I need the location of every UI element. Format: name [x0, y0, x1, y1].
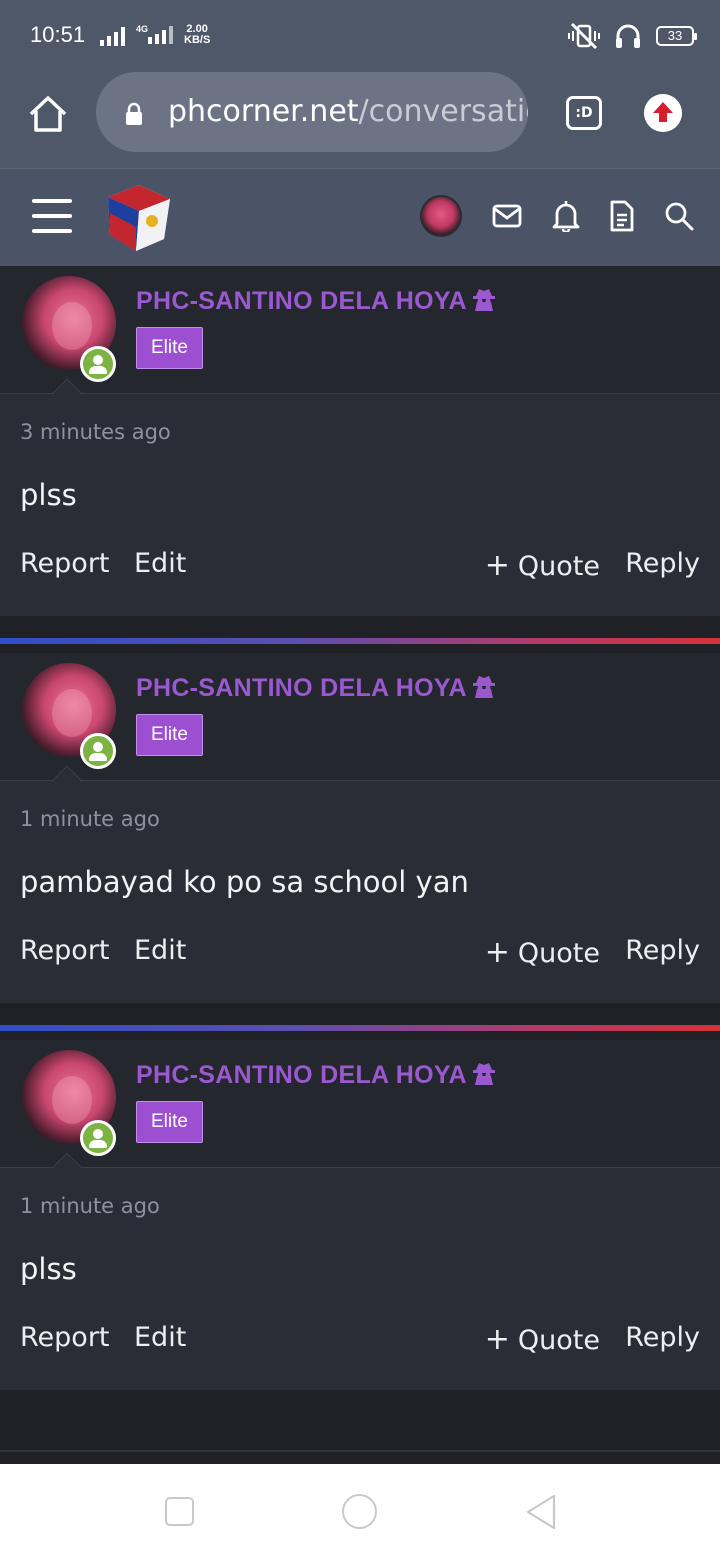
online-status-icon	[80, 346, 116, 382]
logo[interactable]	[106, 183, 172, 253]
post-actions: Report Edit + Quote Reply	[20, 1322, 700, 1362]
upload-icon[interactable]	[644, 94, 682, 132]
post-divider	[0, 1025, 720, 1031]
plus-icon: +	[484, 935, 510, 970]
username[interactable]: PHC-SANTINO DELA HOYA	[136, 673, 497, 703]
browser-toolbar: phcorner.net/conversations :D	[0, 72, 720, 168]
post-actions: Report Edit + Quote Reply	[20, 548, 700, 588]
network-speed: 2.00 KB/S	[184, 23, 211, 46]
edit-link[interactable]: Edit	[134, 548, 186, 579]
message-text: plss	[20, 1252, 77, 1286]
signal-icon	[100, 27, 125, 46]
user-badge: Elite	[136, 327, 203, 369]
quote-link[interactable]: + Quote	[485, 935, 600, 970]
address-bar[interactable]: phcorner.net/conversations	[96, 72, 528, 152]
page-bottom-area	[0, 1450, 720, 1452]
home-icon[interactable]	[26, 92, 70, 136]
vibrate-mute-icon	[568, 22, 600, 50]
reply-link[interactable]: Reply	[625, 548, 700, 579]
quote-link[interactable]: + Quote	[485, 548, 600, 583]
back-icon[interactable]	[524, 1493, 558, 1531]
spy-icon	[472, 1063, 495, 1085]
report-link[interactable]: Report	[20, 935, 110, 966]
system-navigation-bar	[0, 1464, 720, 1560]
signal-icon-2	[148, 26, 173, 44]
menu-icon[interactable]	[32, 199, 72, 233]
post-header: PHC-SANTINO DELA HOYA Elite	[0, 653, 720, 797]
report-link[interactable]: Report	[20, 548, 110, 579]
message-post: PHC-SANTINO DELA HOYA Elite 1 minute ago…	[0, 1040, 720, 1390]
bell-icon[interactable]	[552, 200, 580, 232]
post-time[interactable]: 1 minute ago	[20, 1194, 160, 1218]
post-time[interactable]: 3 minutes ago	[20, 420, 171, 444]
status-time: 10:51	[30, 22, 86, 47]
network-type: 4G	[136, 24, 173, 44]
tabs-icon[interactable]: :D	[566, 96, 602, 130]
post-header: PHC-SANTINO DELA HOYA Elite	[0, 1040, 720, 1184]
message-post: PHC-SANTINO DELA HOYA Elite 1 minute ago…	[0, 653, 720, 1003]
headphones-icon	[616, 24, 640, 48]
post-header: PHC-SANTINO DELA HOYA Elite	[0, 266, 720, 410]
message-text: pambayad ko po sa school yan	[20, 865, 469, 899]
user-avatar[interactable]	[420, 195, 462, 237]
edit-link[interactable]: Edit	[134, 935, 186, 966]
online-status-icon	[80, 1120, 116, 1156]
username[interactable]: PHC-SANTINO DELA HOYA	[136, 286, 497, 316]
username[interactable]: PHC-SANTINO DELA HOYA	[136, 1060, 497, 1090]
online-status-icon	[80, 733, 116, 769]
user-badge: Elite	[136, 1101, 203, 1143]
plus-icon: +	[484, 548, 510, 583]
post-time[interactable]: 1 minute ago	[20, 807, 160, 831]
mail-icon[interactable]	[492, 204, 522, 228]
search-icon[interactable]	[664, 201, 694, 231]
edit-link[interactable]: Edit	[134, 1322, 186, 1353]
message-text: plss	[20, 478, 77, 512]
report-link[interactable]: Report	[20, 1322, 110, 1353]
spy-icon	[472, 676, 495, 698]
spy-icon	[472, 289, 495, 311]
site-header	[0, 168, 720, 266]
post-divider	[0, 638, 720, 644]
plus-icon: +	[484, 1322, 510, 1357]
battery-indicator: 33	[656, 26, 697, 46]
home-nav-icon[interactable]	[342, 1494, 377, 1529]
quote-link[interactable]: + Quote	[485, 1322, 600, 1357]
reply-link[interactable]: Reply	[625, 935, 700, 966]
post-actions: Report Edit + Quote Reply	[20, 935, 700, 975]
document-icon[interactable]	[610, 200, 634, 232]
url-text: phcorner.net/conversations	[168, 94, 528, 129]
recents-icon[interactable]	[165, 1497, 194, 1526]
status-bar: 10:51 4G 2.00 KB/S 33	[0, 0, 720, 72]
user-badge: Elite	[136, 714, 203, 756]
reply-link[interactable]: Reply	[625, 1322, 700, 1353]
lock-icon	[126, 102, 142, 125]
message-post: PHC-SANTINO DELA HOYA Elite 3 minutes ag…	[0, 266, 720, 616]
